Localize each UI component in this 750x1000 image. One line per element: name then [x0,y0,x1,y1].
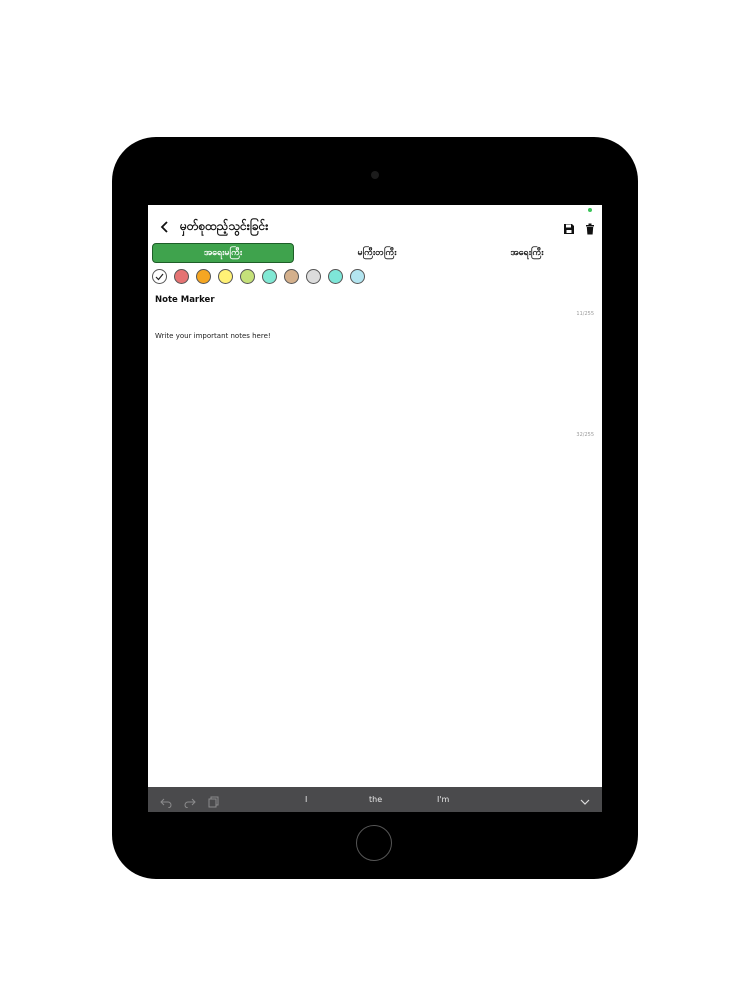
color-swatch-teal[interactable] [262,269,277,284]
tab-not-important[interactable]: အရေးမကြီး [152,243,294,263]
suggestion-3[interactable]: I'm [437,795,449,804]
note-title-input[interactable]: Note Marker [155,295,215,305]
color-swatch-red[interactable] [174,269,189,284]
undo-icon[interactable] [160,793,172,809]
body-char-counter: 32/255 [576,432,594,438]
chevron-left-icon[interactable] [156,218,174,236]
trash-icon[interactable] [584,220,598,235]
app-header: မှတ်စုထည့်သွင်းခြင်း [148,215,602,239]
color-swatch-light-blue[interactable] [350,269,365,284]
home-button[interactable] [356,825,392,861]
redo-icon[interactable] [184,793,196,809]
camera-icon [371,171,379,179]
color-swatch-aqua[interactable] [328,269,343,284]
title-char-counter: 11/255 [576,311,594,317]
chevron-down-icon[interactable] [579,793,591,805]
color-swatch-tan[interactable] [284,269,299,284]
clipboard-icon[interactable] [208,793,220,808]
tab-important[interactable]: အရေးကြီး [457,243,597,263]
keyboard-suggestion-bar: I the I'm [148,787,602,812]
check-icon [155,273,164,280]
color-swatch-lime[interactable] [240,269,255,284]
color-swatch-yellow[interactable] [218,269,233,284]
page-title: မှတ်စုထည့်သွင်းခြင်း [180,219,269,233]
priority-tabs: အရေးမကြီး မကြီးတကြီး အရေးကြီး [152,243,598,263]
note-body-input[interactable]: Write your important notes here! [155,332,271,340]
status-indicator [588,208,592,212]
color-swatch-gray[interactable] [306,269,321,284]
suggestion-1[interactable]: I [305,795,307,804]
color-swatch-orange[interactable] [196,269,211,284]
save-icon[interactable] [563,220,577,234]
tab-medium[interactable]: မကြီးတကြီး [307,243,447,263]
app-screen: မှတ်စုထည့်သွင်းခြင်း အရေးမကြီး မကြီးတကြီ… [148,205,602,812]
color-swatch-white[interactable] [152,269,167,284]
suggestion-2[interactable]: the [369,795,382,804]
